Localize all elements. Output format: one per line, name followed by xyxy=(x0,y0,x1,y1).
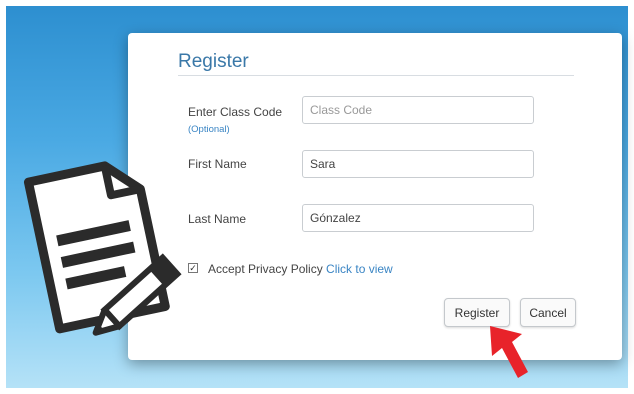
red-arrow-icon xyxy=(490,326,528,378)
privacy-text: Accept Privacy Policy Click to view xyxy=(208,262,393,276)
class-code-label: Enter Class Code xyxy=(188,105,283,119)
first-name-label: First Name xyxy=(188,157,247,171)
title-divider xyxy=(178,75,574,76)
first-name-input[interactable] xyxy=(302,150,534,178)
class-code-optional-note: (Optional) xyxy=(188,124,230,135)
document-pencil-icon xyxy=(23,161,182,336)
dialog-title: Register xyxy=(178,51,249,72)
privacy-label: Accept Privacy Policy xyxy=(208,262,323,276)
privacy-link[interactable]: Click to view xyxy=(326,262,393,276)
class-code-input[interactable] xyxy=(302,96,534,124)
cancel-button[interactable]: Cancel xyxy=(520,298,576,327)
last-name-input[interactable] xyxy=(302,204,534,232)
register-dialog: Register Enter Class Code (Optional) Fir… xyxy=(128,33,622,360)
last-name-label: Last Name xyxy=(188,212,247,226)
register-button[interactable]: Register xyxy=(444,298,510,327)
